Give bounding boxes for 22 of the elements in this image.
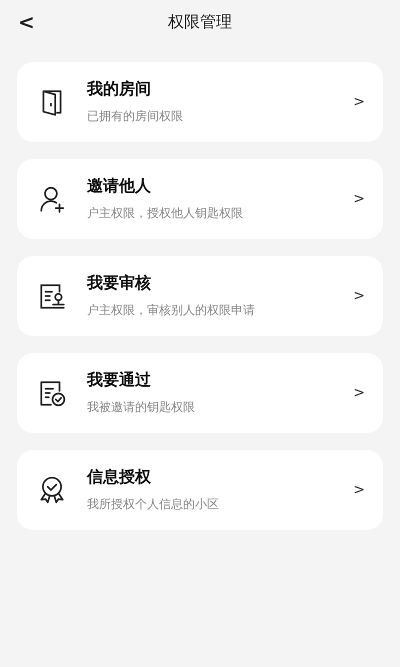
chevron-icon: > [353,94,365,110]
item-title: 信息授权 [87,467,152,488]
item-description: 我所授权个人信息的小区 [87,496,220,513]
item-title: 邀请他人 [87,176,152,197]
menu-card[interactable]: 我要审核 户主权限，审核别人的权限申请 > [17,256,383,336]
item-description: 户主权限，审核别人的权限申请 [87,302,256,319]
chevron-icon: > [353,288,365,304]
item-title: 我要通过 [87,370,152,391]
menu-card[interactable]: 我要通过 我被邀请的钥匙权限 > [17,353,383,433]
item-title: 我的房间 [87,79,152,100]
item-description: 户主权限，授权他人钥匙权限 [87,205,244,222]
item-title: 我要审核 [87,273,152,294]
chevron-icon: > [353,385,365,401]
item-description: 已拥有的房间权限 [87,108,184,125]
item-description: 我被邀请的钥匙权限 [87,399,196,416]
chevron-icon: > [353,482,365,498]
menu-card[interactable]: 我的房间 已拥有的房间权限 > [17,62,383,142]
menu-card[interactable]: 信息授权 我所授权个人信息的小区 > [17,450,383,530]
chevron-icon: > [353,191,365,207]
back-button[interactable]: < [12,8,41,36]
page-title: 权限管理 [168,12,232,32]
menu-card[interactable]: 邀请他人 户主权限，授权他人钥匙权限 > [17,159,383,239]
